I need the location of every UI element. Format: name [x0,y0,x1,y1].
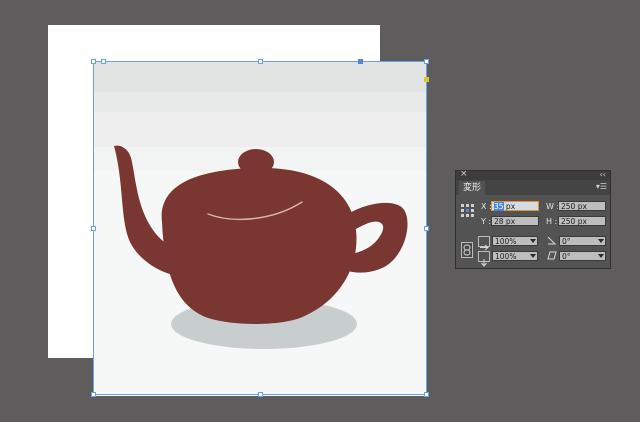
scale-y-icon [478,251,490,267]
chevron-down-icon[interactable] [530,254,536,258]
teapot-body [161,167,357,324]
teapot-lid-knob [238,149,274,175]
h-field[interactable]: 250 px [558,216,606,226]
resize-handle-bottom-left[interactable] [91,392,96,397]
collapse-icon[interactable]: ‹‹ [600,169,606,180]
scale-x-field[interactable]: 100% [492,236,538,246]
panel-tab-bar: 変形 ▾☰ [456,180,610,195]
x-field[interactable]: 35 px [491,201,539,211]
chevron-down-icon[interactable] [530,239,536,243]
reference-point-grid-icon[interactable] [461,204,475,218]
y-label: Y : [481,217,492,226]
resize-handle-top-left[interactable] [91,59,96,64]
y-field[interactable]: 28 px [491,216,539,226]
resize-handle-bottom[interactable] [258,392,263,397]
panel-menu-icon[interactable]: ▾☰ [596,182,607,192]
teapot-illustration [114,145,408,349]
rotate-value: 0° [562,237,571,246]
link-anchor-handle[interactable] [101,59,106,64]
scale-x-icon [478,236,490,251]
placed-teapot-image[interactable] [94,62,427,396]
scale-x-value: 100% [495,237,517,246]
resize-handle-bottom-right[interactable] [424,392,429,397]
shear-value: 0° [562,252,571,261]
resize-handle-top[interactable] [258,59,263,64]
corner-widget-marker[interactable] [424,77,429,82]
rotate-angle-icon [547,236,557,248]
x-value-selected: 35 [494,202,504,211]
transform-panel: × ‹‹ 変形 ▾☰ X : 35 px W : 250 px Y : 28 p… [455,169,611,269]
shear-field[interactable]: 0° [559,251,606,261]
h-label: H : [546,217,558,226]
chevron-down-icon[interactable] [598,239,604,243]
tab-transform[interactable]: 変形 [459,181,486,195]
resize-handle-top-right[interactable] [424,59,429,64]
panel-title-bar[interactable]: × ‹‹ [456,169,610,180]
rotate-field[interactable]: 0° [559,236,606,246]
scale-y-field[interactable]: 100% [492,251,538,261]
resize-handle-left[interactable] [91,226,96,231]
close-icon[interactable]: × [460,169,468,180]
anchor-point-marker[interactable] [358,59,363,64]
scale-y-value: 100% [495,252,517,261]
chevron-down-icon[interactable] [598,254,604,258]
chain-link-icon[interactable] [461,242,473,258]
workspace: × ‹‹ 変形 ▾☰ X : 35 px W : 250 px Y : 28 p… [0,0,640,422]
w-field[interactable]: 250 px [558,201,606,211]
x-value-unit: px [503,202,516,211]
resize-handle-right[interactable] [424,226,429,231]
shear-angle-icon [547,251,557,263]
